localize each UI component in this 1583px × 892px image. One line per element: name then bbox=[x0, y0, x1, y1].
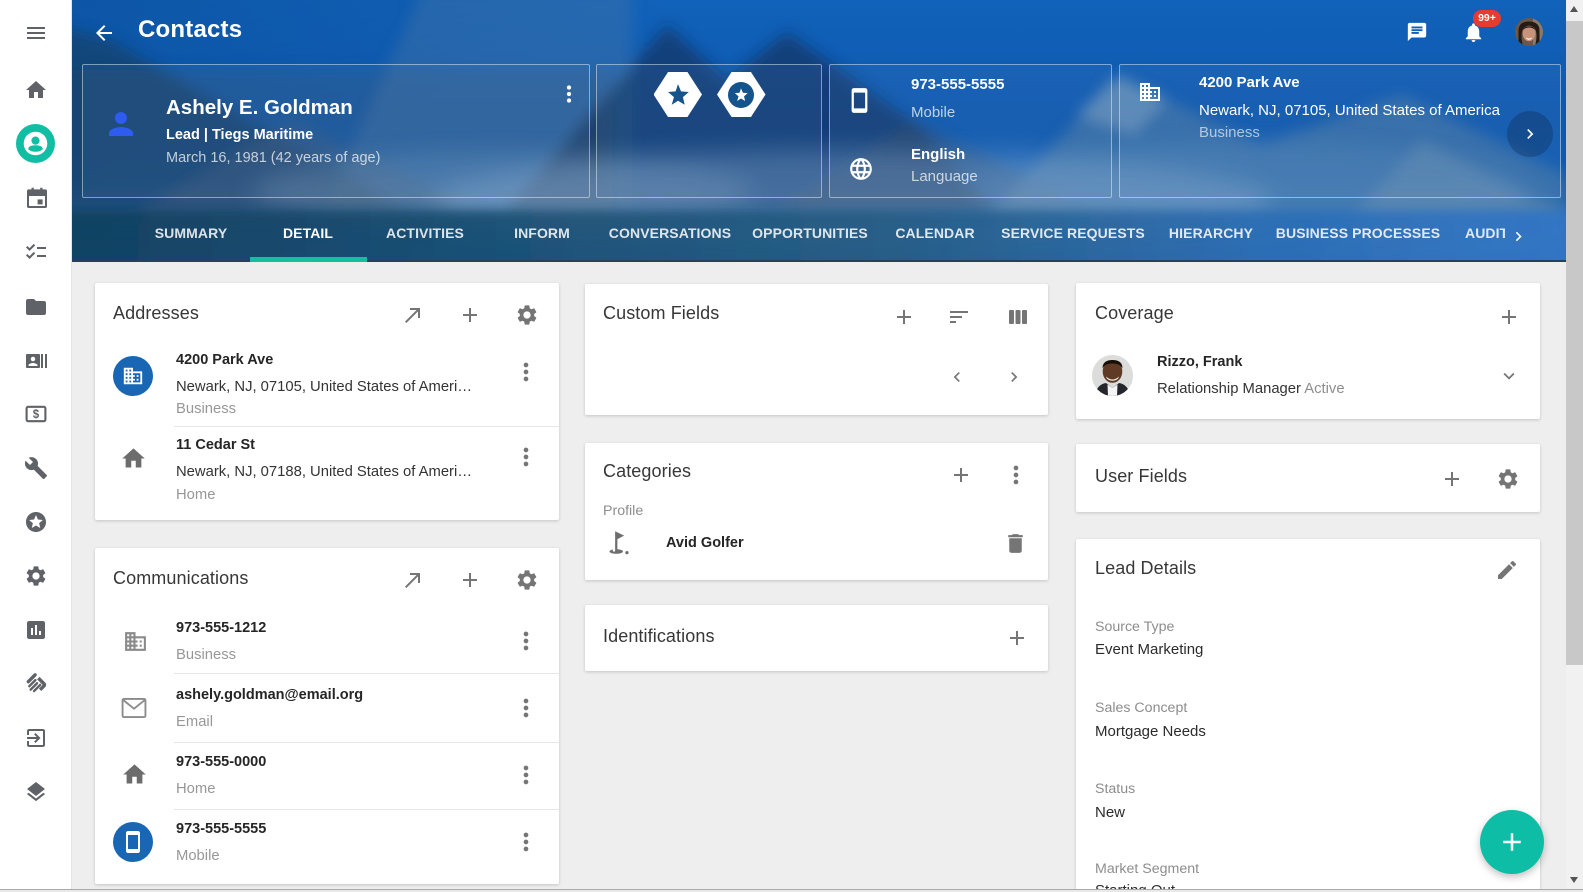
svg-text:$: $ bbox=[33, 409, 40, 421]
